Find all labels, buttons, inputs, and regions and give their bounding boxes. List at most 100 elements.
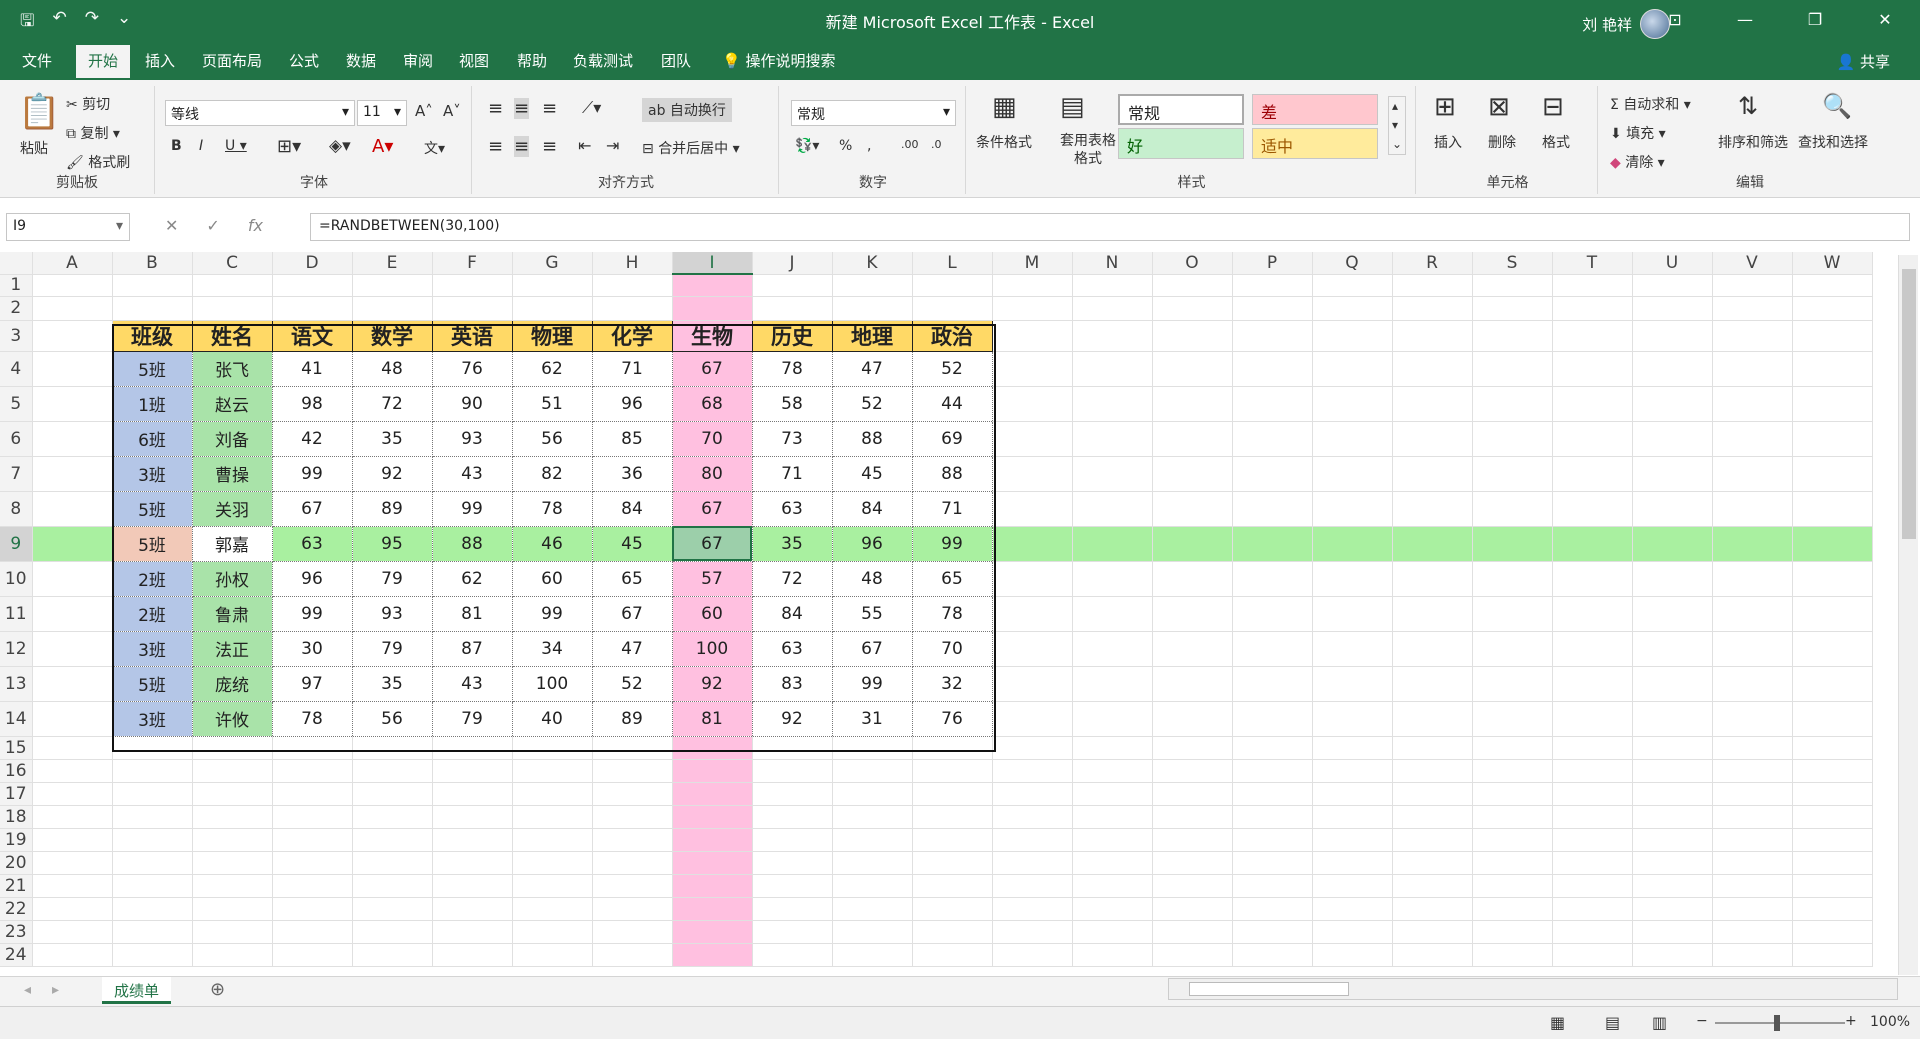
decrease-indent-icon[interactable]: ⇤	[578, 136, 591, 155]
column-header[interactable]: T	[1552, 252, 1633, 275]
cell[interactable]	[272, 920, 353, 944]
conditional-format-icon[interactable]: ▦	[992, 92, 1017, 122]
cell[interactable]	[672, 805, 753, 829]
cell[interactable]	[1232, 874, 1313, 898]
cell[interactable]	[1472, 782, 1553, 806]
column-header[interactable]: D	[272, 252, 353, 275]
cell[interactable]	[352, 828, 433, 852]
table-cell[interactable]: 82	[511, 455, 593, 492]
cell[interactable]	[1312, 701, 1393, 737]
zoom-slider[interactable]	[1715, 1022, 1845, 1024]
cell[interactable]	[672, 736, 753, 760]
cell[interactable]	[592, 920, 673, 944]
cell[interactable]	[352, 296, 433, 321]
cell[interactable]	[1632, 874, 1713, 898]
cell[interactable]	[1392, 320, 1473, 352]
cell[interactable]	[192, 736, 273, 760]
cell[interactable]	[1552, 351, 1633, 387]
style-good[interactable]: 好	[1118, 128, 1244, 159]
bold-icon[interactable]: B	[171, 138, 182, 154]
format-table-icon[interactable]: ▤	[1060, 92, 1085, 122]
column-header[interactable]: C	[192, 252, 273, 275]
cell[interactable]	[1632, 897, 1713, 921]
cell[interactable]	[1312, 736, 1393, 760]
cell[interactable]	[1552, 526, 1633, 562]
cell[interactable]	[1792, 526, 1873, 562]
table-cell[interactable]: 67	[271, 490, 353, 527]
normal-view-icon[interactable]: ▦	[1550, 1013, 1565, 1032]
cell[interactable]	[1072, 851, 1153, 875]
cell[interactable]	[1152, 526, 1233, 562]
tab-data[interactable]: 数据	[346, 50, 376, 71]
cell[interactable]	[992, 874, 1073, 898]
cell[interactable]	[672, 874, 753, 898]
cell[interactable]	[1232, 631, 1313, 667]
table-cell[interactable]: 69	[911, 420, 993, 457]
cell[interactable]	[1152, 943, 1233, 967]
cell[interactable]	[1392, 561, 1473, 597]
cell[interactable]	[1552, 736, 1633, 760]
cell[interactable]	[1712, 526, 1793, 562]
cell[interactable]	[432, 736, 513, 760]
table-cell[interactable]: 78	[911, 595, 993, 632]
cell[interactable]	[1712, 296, 1793, 321]
table-cell[interactable]: 93	[351, 595, 433, 632]
cell[interactable]	[592, 874, 673, 898]
cell[interactable]	[32, 920, 113, 944]
cell[interactable]	[912, 296, 993, 321]
cell[interactable]	[1072, 828, 1153, 852]
table-cell[interactable]: 90	[431, 385, 513, 422]
column-header[interactable]: G	[512, 252, 593, 275]
table-cell[interactable]: 51	[511, 385, 593, 422]
table-cell[interactable]: 78	[511, 490, 593, 527]
table-cell[interactable]: 2班	[111, 560, 193, 597]
cell[interactable]	[992, 561, 1073, 597]
number-format-select[interactable]: 常规 ▾	[791, 100, 956, 126]
table-cell[interactable]: 76	[431, 350, 513, 387]
cell[interactable]	[992, 526, 1073, 562]
cell[interactable]	[192, 805, 273, 829]
cell[interactable]	[912, 851, 993, 875]
table-cell[interactable]: 70	[671, 420, 753, 457]
cell[interactable]	[1312, 897, 1393, 921]
cell[interactable]	[1632, 296, 1713, 321]
cell[interactable]	[32, 805, 113, 829]
cell[interactable]	[992, 351, 1073, 387]
cell[interactable]	[1552, 851, 1633, 875]
cell[interactable]	[1632, 782, 1713, 806]
cell[interactable]	[1552, 421, 1633, 457]
cell[interactable]	[1792, 736, 1873, 760]
table-header-cell[interactable]: 生物	[671, 319, 753, 352]
align-middle-icon[interactable]: ≡	[514, 98, 530, 119]
table-cell[interactable]: 99	[271, 595, 353, 632]
cell[interactable]	[1392, 920, 1473, 944]
table-cell[interactable]: 70	[911, 630, 993, 667]
cell[interactable]	[1072, 320, 1153, 352]
style-neutral[interactable]: 适中	[1252, 128, 1378, 159]
table-cell[interactable]: 100	[671, 630, 753, 667]
column-header[interactable]: P	[1232, 252, 1313, 275]
cell[interactable]	[1472, 828, 1553, 852]
font-color-icon[interactable]: A▾	[372, 136, 393, 157]
cell[interactable]	[1472, 701, 1553, 737]
conditional-format-button[interactable]: 条件格式	[976, 132, 1032, 152]
cell[interactable]	[832, 920, 913, 944]
table-cell[interactable]: 63	[751, 490, 833, 527]
format-table-button[interactable]: 套用表格格式	[1060, 132, 1116, 168]
cell[interactable]	[1232, 736, 1313, 760]
cell[interactable]	[1712, 920, 1793, 944]
cell[interactable]	[1232, 943, 1313, 967]
formula-input[interactable]: =RANDBETWEEN(30,100)	[310, 213, 1910, 241]
cell[interactable]	[1712, 421, 1793, 457]
cell[interactable]	[832, 296, 913, 321]
cell[interactable]	[112, 274, 193, 297]
cell[interactable]	[32, 666, 113, 702]
cell[interactable]	[1152, 456, 1233, 492]
page-layout-view-icon[interactable]: ▤	[1605, 1013, 1620, 1032]
cell[interactable]	[1472, 874, 1553, 898]
percent-icon[interactable]: %	[839, 138, 852, 154]
zoom-slider-handle[interactable]	[1774, 1015, 1780, 1031]
cell[interactable]	[352, 851, 433, 875]
cell[interactable]	[592, 296, 673, 321]
cell[interactable]	[512, 851, 593, 875]
